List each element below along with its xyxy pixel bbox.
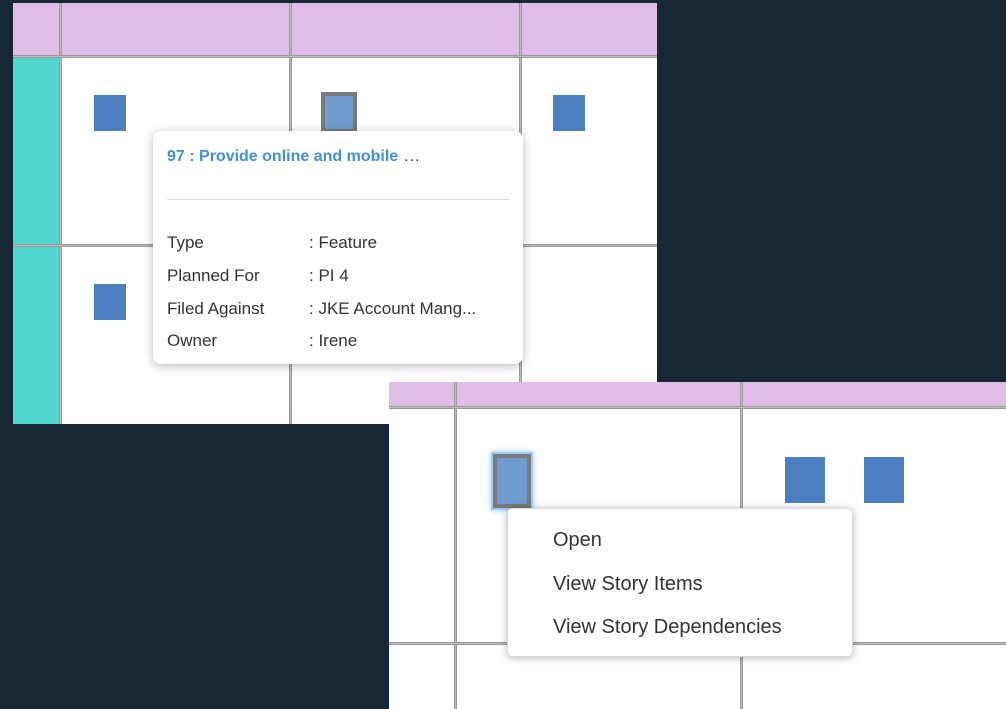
tooltip-key: Owner	[167, 331, 218, 350]
board-header-row	[389, 382, 1006, 406]
grid-divider-h	[13, 55, 657, 58]
tooltip-key: Type	[167, 233, 204, 252]
team-lane-row-2	[13, 247, 59, 424]
feature-card[interactable]	[94, 284, 126, 320]
feature-card[interactable]	[553, 95, 585, 131]
feature-card[interactable]	[94, 95, 126, 131]
tooltip-row-type: Type : Feature	[167, 233, 512, 253]
grid-divider-v	[59, 3, 62, 424]
tooltip-row-filed-against: Filed Against : JKE Account Mang...	[167, 299, 512, 319]
board-header-row	[13, 3, 657, 55]
tooltip-title[interactable]: 97 : Provide online and mobile...	[167, 148, 512, 166]
feature-card-hovered[interactable]	[321, 92, 357, 133]
tooltip-value: : JKE Account Mang...	[309, 299, 477, 318]
tooltip-row-planned-for: Planned For : PI 4	[167, 266, 512, 286]
feature-card-selected[interactable]	[493, 454, 531, 508]
menu-item-view-story-dependencies[interactable]: View Story Dependencies	[553, 616, 782, 639]
feature-card[interactable]	[864, 457, 904, 503]
team-lane-row-1	[13, 58, 59, 244]
grid-divider-v	[454, 382, 457, 709]
tooltip-key: Filed Against	[167, 299, 265, 318]
tooltip-value: : Irene	[309, 331, 358, 350]
tooltip-divider	[167, 199, 509, 200]
feature-card[interactable]	[785, 457, 825, 503]
feature-tooltip: 97 : Provide online and mobile... Type : …	[153, 131, 523, 364]
menu-item-view-story-items[interactable]: View Story Items	[553, 573, 703, 596]
card-context-menu: Open View Story Items View Story Depende…	[507, 508, 853, 657]
tooltip-value: : PI 4	[309, 266, 349, 285]
tooltip-title-text[interactable]: 97 : Provide online and mobile	[167, 148, 398, 165]
tooltip-value: : Feature	[309, 233, 378, 252]
tooltip-row-owner: Owner : Irene	[167, 331, 512, 351]
tooltip-key: Planned For	[167, 266, 260, 285]
grid-divider-h	[389, 406, 1006, 409]
tooltip-title-ellipsis: ...	[404, 148, 421, 165]
menu-item-open[interactable]: Open	[553, 529, 602, 552]
